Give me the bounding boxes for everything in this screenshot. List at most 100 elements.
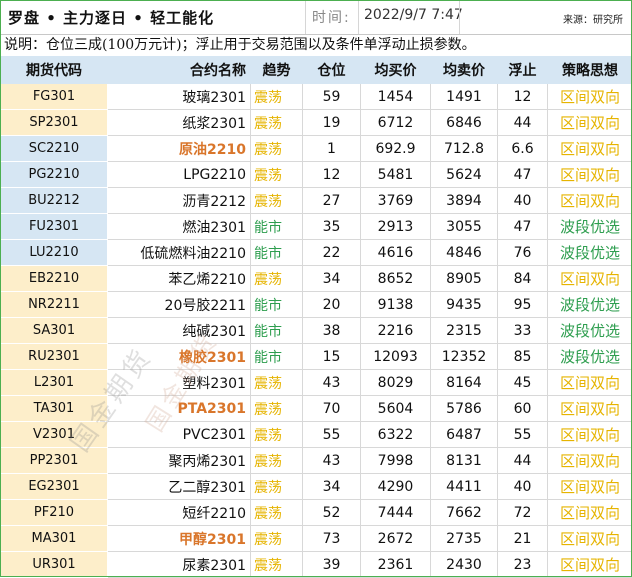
cell-stop[interactable]: 33 bbox=[498, 318, 548, 344]
cell-name[interactable]: 沥青2212 bbox=[108, 188, 251, 214]
cell-avg-buy[interactable]: 2913 bbox=[361, 214, 431, 240]
cell-avg-buy[interactable]: 4290 bbox=[361, 474, 431, 500]
cell-avg-sell[interactable]: 2430 bbox=[431, 552, 498, 578]
cell-code[interactable]: FU2301 bbox=[1, 214, 108, 240]
cell-stop[interactable]: 84 bbox=[498, 266, 548, 292]
cell-position[interactable]: 27 bbox=[303, 188, 361, 214]
cell-stop[interactable]: 23 bbox=[498, 552, 548, 578]
column-header-avg-sell[interactable]: 均卖价 bbox=[431, 57, 498, 84]
cell-code[interactable]: BU2212 bbox=[1, 188, 108, 214]
cell-trend[interactable]: 震荡 bbox=[251, 448, 303, 474]
cell-strategy[interactable]: 区间双向 bbox=[548, 526, 632, 552]
cell-stop[interactable]: 47 bbox=[498, 162, 548, 188]
cell-trend[interactable]: 震荡 bbox=[251, 370, 303, 396]
cell-stop[interactable]: 44 bbox=[498, 110, 548, 136]
cell-strategy[interactable]: 波段优选 bbox=[548, 318, 632, 344]
cell-code[interactable]: PF210 bbox=[1, 500, 108, 526]
cell-code[interactable]: SC2210 bbox=[1, 136, 108, 162]
cell-avg-buy[interactable]: 5481 bbox=[361, 162, 431, 188]
cell-avg-sell[interactable]: 7662 bbox=[431, 500, 498, 526]
cell-avg-buy[interactable]: 2216 bbox=[361, 318, 431, 344]
cell-avg-sell[interactable]: 3894 bbox=[431, 188, 498, 214]
cell-avg-buy[interactable]: 4616 bbox=[361, 240, 431, 266]
cell-name[interactable]: 燃油2301 bbox=[108, 214, 251, 240]
cell-avg-buy[interactable]: 692.9 bbox=[361, 136, 431, 162]
cell-stop[interactable]: 44 bbox=[498, 448, 548, 474]
cell-code[interactable]: EG2301 bbox=[1, 474, 108, 500]
cell-avg-sell[interactable]: 1491 bbox=[431, 84, 498, 110]
cell-avg-buy[interactable]: 7444 bbox=[361, 500, 431, 526]
cell-position[interactable]: 34 bbox=[303, 266, 361, 292]
cell-name[interactable]: 橡胶2301 bbox=[108, 344, 251, 370]
cell-avg-sell[interactable]: 8131 bbox=[431, 448, 498, 474]
cell-strategy[interactable]: 区间双向 bbox=[548, 448, 632, 474]
column-header-strategy[interactable]: 策略思想 bbox=[548, 57, 632, 84]
cell-trend[interactable]: 震荡 bbox=[251, 266, 303, 292]
column-header-avg-buy[interactable]: 均买价 bbox=[361, 57, 431, 84]
column-header-stop[interactable]: 浮止 bbox=[498, 57, 548, 84]
cell-name[interactable]: 苯乙烯2210 bbox=[108, 266, 251, 292]
cell-strategy[interactable]: 区间双向 bbox=[548, 188, 632, 214]
cell-avg-sell[interactable]: 6487 bbox=[431, 422, 498, 448]
cell-strategy[interactable]: 波段优选 bbox=[548, 292, 632, 318]
cell-name[interactable]: 塑料2301 bbox=[108, 370, 251, 396]
cell-strategy[interactable]: 波段优选 bbox=[548, 214, 632, 240]
cell-strategy[interactable]: 区间双向 bbox=[548, 552, 632, 578]
cell-stop[interactable]: 47 bbox=[498, 214, 548, 240]
cell-avg-sell[interactable]: 8164 bbox=[431, 370, 498, 396]
cell-trend[interactable]: 震荡 bbox=[251, 188, 303, 214]
cell-strategy[interactable]: 区间双向 bbox=[548, 266, 632, 292]
cell-code[interactable]: PP2301 bbox=[1, 448, 108, 474]
cell-avg-buy[interactable]: 7998 bbox=[361, 448, 431, 474]
cell-strategy[interactable]: 区间双向 bbox=[548, 162, 632, 188]
cell-avg-sell[interactable]: 12352 bbox=[431, 344, 498, 370]
cell-avg-sell[interactable]: 9435 bbox=[431, 292, 498, 318]
cell-avg-sell[interactable]: 4846 bbox=[431, 240, 498, 266]
cell-stop[interactable]: 21 bbox=[498, 526, 548, 552]
cell-avg-buy[interactable]: 8652 bbox=[361, 266, 431, 292]
cell-avg-buy[interactable]: 8029 bbox=[361, 370, 431, 396]
cell-trend[interactable]: 能市 bbox=[251, 240, 303, 266]
cell-position[interactable]: 34 bbox=[303, 474, 361, 500]
cell-avg-buy[interactable]: 12093 bbox=[361, 344, 431, 370]
cell-strategy[interactable]: 波段优选 bbox=[548, 240, 632, 266]
cell-avg-sell[interactable]: 5624 bbox=[431, 162, 498, 188]
cell-avg-buy[interactable]: 6322 bbox=[361, 422, 431, 448]
cell-position[interactable]: 1 bbox=[303, 136, 361, 162]
cell-stop[interactable]: 95 bbox=[498, 292, 548, 318]
cell-name[interactable]: 甲醇2301 bbox=[108, 526, 251, 552]
cell-trend[interactable]: 震荡 bbox=[251, 136, 303, 162]
cell-trend[interactable]: 能市 bbox=[251, 214, 303, 240]
cell-code[interactable]: L2301 bbox=[1, 370, 108, 396]
cell-avg-sell[interactable]: 3055 bbox=[431, 214, 498, 240]
cell-code[interactable]: RU2301 bbox=[1, 344, 108, 370]
cell-name[interactable]: PTA2301 bbox=[108, 396, 251, 422]
column-header-position[interactable]: 仓位 bbox=[303, 57, 361, 84]
cell-stop[interactable]: 40 bbox=[498, 474, 548, 500]
cell-trend[interactable]: 震荡 bbox=[251, 500, 303, 526]
cell-position[interactable]: 59 bbox=[303, 84, 361, 110]
cell-strategy[interactable]: 区间双向 bbox=[548, 500, 632, 526]
cell-trend[interactable]: 能市 bbox=[251, 344, 303, 370]
cell-name[interactable]: 短纤2210 bbox=[108, 500, 251, 526]
cell-position[interactable]: 15 bbox=[303, 344, 361, 370]
cell-code[interactable]: SP2301 bbox=[1, 110, 108, 136]
cell-trend[interactable]: 震荡 bbox=[251, 84, 303, 110]
cell-position[interactable]: 22 bbox=[303, 240, 361, 266]
cell-code[interactable]: TA301 bbox=[1, 396, 108, 422]
cell-strategy[interactable]: 区间双向 bbox=[548, 370, 632, 396]
cell-stop[interactable]: 85 bbox=[498, 344, 548, 370]
cell-position[interactable]: 39 bbox=[303, 552, 361, 578]
cell-name[interactable]: 低硫燃料油2210 bbox=[108, 240, 251, 266]
cell-position[interactable]: 55 bbox=[303, 422, 361, 448]
cell-code[interactable]: NR2211 bbox=[1, 292, 108, 318]
cell-strategy[interactable]: 区间双向 bbox=[548, 474, 632, 500]
cell-code[interactable]: LU2210 bbox=[1, 240, 108, 266]
cell-avg-sell[interactable]: 6846 bbox=[431, 110, 498, 136]
cell-stop[interactable]: 72 bbox=[498, 500, 548, 526]
cell-avg-sell[interactable]: 712.8 bbox=[431, 136, 498, 162]
cell-strategy[interactable]: 区间双向 bbox=[548, 84, 632, 110]
cell-code[interactable]: FG301 bbox=[1, 84, 108, 110]
cell-avg-buy[interactable]: 3769 bbox=[361, 188, 431, 214]
cell-name[interactable]: 聚丙烯2301 bbox=[108, 448, 251, 474]
